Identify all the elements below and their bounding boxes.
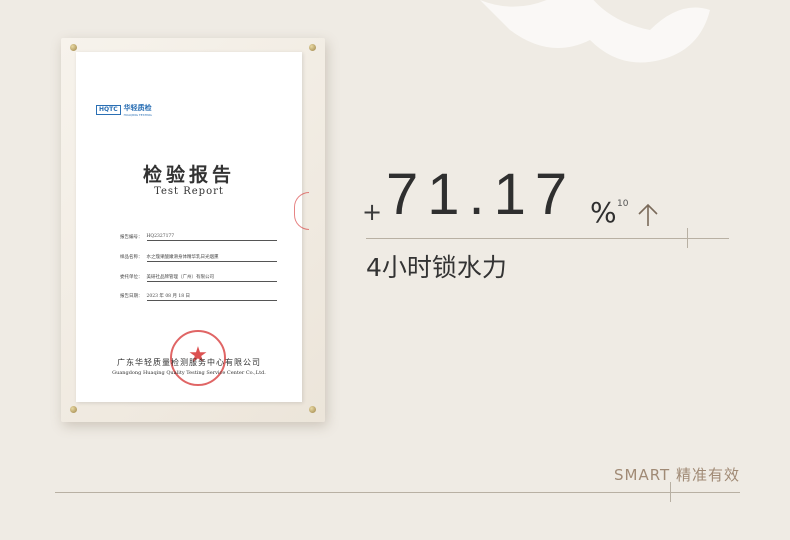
testing-logo: HQTC 华轻质检 HUAQING TESTING [96, 103, 152, 117]
screw-icon [70, 406, 77, 413]
arrow-up-icon [638, 203, 658, 226]
divider-tick [687, 228, 688, 248]
logo-name: 华轻质检 [123, 104, 152, 112]
side-seal [294, 192, 309, 230]
screw-icon [309, 406, 316, 413]
screw-icon [70, 44, 77, 51]
footer-divider [55, 492, 740, 493]
report-title: 检验报告 [142, 164, 235, 186]
tagline: SMART 精准有效 [614, 466, 740, 484]
stat-unit: % [590, 196, 617, 229]
report-field: 样品名称： 水之蔻果酸嫩滑身体精华乳日光烟熏 [120, 254, 277, 262]
screw-icon [309, 44, 316, 51]
logo-name-en: HUAQING TESTING [123, 113, 152, 117]
issuer-name: 广东华轻质量检测服务中心有限公司 [117, 358, 261, 367]
stat-footnote: 10 [617, 199, 629, 209]
stat-value: 71.17 [386, 162, 577, 227]
report-field: 报告日期： 2023 年 08 月 18 日 [120, 293, 277, 301]
stat-caption: 4小时锁水力 [366, 253, 507, 282]
report-subtitle: Test Report [154, 186, 224, 197]
certificate-frame: HQTC 华轻质检 HUAQING TESTING 检验报告 Test Repo… [61, 38, 325, 422]
logo-mark: HQTC [96, 105, 121, 115]
cream-splash-decoration [480, 0, 710, 63]
stat-sign: + [362, 198, 383, 226]
test-report-document: HQTC 华轻质检 HUAQING TESTING 检验报告 Test Repo… [76, 52, 309, 402]
report-field: 报告编号： HQ2327177 [120, 234, 277, 241]
divider-tick [670, 482, 671, 502]
issuer-name-en: Guangdong Huaqing Quality Testing Servic… [112, 370, 266, 376]
stat-divider [366, 238, 729, 239]
report-field: 委托单位： 美研社品牌管理（广州）有限公司 [120, 274, 277, 282]
